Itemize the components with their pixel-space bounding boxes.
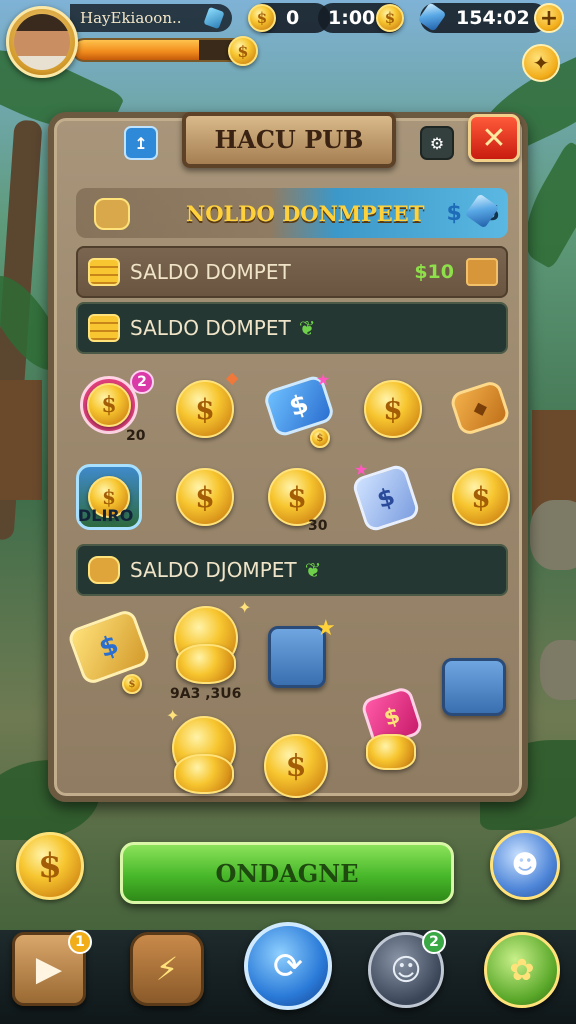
wallet-panel: ↥ HACU PUB ⚙ ✕ NOLDO DONMPEET $ 15 SALDO… [48, 112, 528, 802]
nav-shop[interactable]: ✿ [484, 932, 560, 1008]
leaf-icon: ❦ [298, 316, 316, 340]
close-icon: ✕ [481, 120, 507, 156]
settings-button[interactable]: ⚙ [420, 126, 454, 160]
item-label: 20 [126, 428, 146, 444]
sparkle-icon: ★ [316, 370, 331, 389]
profile-icon: ☺ [390, 952, 422, 988]
coin-icon [174, 754, 234, 794]
cash-stack[interactable]: $ [66, 607, 152, 687]
nav-energy[interactable]: ⚡ [130, 932, 204, 1006]
wallet-row[interactable]: SALDO DOMPET $10 [76, 246, 508, 298]
avatar-portrait [14, 14, 70, 70]
info-button[interactable]: ↥ [124, 126, 158, 160]
chat-icon: ☻ [511, 850, 539, 880]
rock [540, 640, 576, 700]
coin-icon[interactable]: $ [452, 468, 510, 526]
item-label: 30 [308, 518, 328, 534]
coin-icon: $ [310, 428, 330, 448]
star-cake-icon [88, 556, 120, 584]
coin-stack-icon [88, 258, 120, 286]
add-gems-button[interactable]: + [534, 3, 564, 33]
sparkle-icon: ✦ [166, 706, 180, 725]
gem-icon [203, 6, 225, 30]
badge-count: 2 [130, 370, 154, 394]
plus-icon: + [539, 5, 559, 31]
player-name: HayEkiaoon.. [80, 9, 182, 27]
sparkle-icon: ★ [316, 616, 336, 641]
bottom-nav: ▶ 1 ⚡ ⟳ ☺ 2 ✿ [0, 922, 576, 1024]
coin-stack-icon [366, 734, 416, 770]
lightning-icon: ⚡ [155, 950, 179, 988]
favorites-star-button[interactable]: ✦ [522, 44, 560, 82]
wallet-row[interactable]: SALDO DOMPET ❦ [76, 302, 508, 354]
wallet-cake-icon [94, 198, 130, 230]
star-icon: ✦ [532, 51, 550, 75]
envelope-icon[interactable] [466, 258, 498, 286]
pink-coin-badge[interactable]: $ [80, 376, 138, 434]
coin-icon[interactable]: $ [176, 380, 234, 438]
coin-icon: $ [248, 4, 276, 32]
coin-balance-button[interactable]: $ [16, 832, 84, 900]
gold-card[interactable]: ◆ [448, 379, 512, 437]
coin-icon[interactable]: $ [264, 734, 328, 798]
blue-chest[interactable] [442, 658, 506, 716]
nav-badge: 2 [422, 930, 446, 954]
rewards-label: 9A3 ,3U6 [170, 686, 242, 702]
play-icon: ▶ [35, 949, 63, 989]
coin-icon [176, 644, 236, 684]
top-hud: $ HayEkiaoon.. 0 $ 1:00 $ 154:02 + ✦ [0, 0, 576, 82]
primary-action-button[interactable]: ONDAGNE [120, 842, 454, 904]
leaf-icon: ❦ [304, 558, 322, 582]
wallet-row-amount: $10 [414, 261, 454, 283]
xp-bar-fill [74, 40, 200, 60]
coins-value: 0 [286, 7, 300, 29]
gems-value: 154:02 [456, 7, 530, 29]
nav-home[interactable]: ⟳ [244, 922, 332, 1010]
coin-icon[interactable]: $ [176, 468, 234, 526]
sparkle-icon: ✦ [238, 598, 252, 617]
chat-button[interactable]: ☻ [490, 830, 560, 900]
coin-icon: $ [122, 674, 142, 694]
wallet-header-title: NOLDO DONMPEET [186, 200, 425, 226]
wallet-row-label: SALDO DOMPET [130, 260, 291, 284]
wallet-currency-symbol: $ [446, 200, 462, 226]
item-label: DLIRO [78, 506, 134, 525]
timer-value: 1:00 [328, 7, 376, 29]
wallet-header: NOLDO DONMPEET $ 15 [76, 188, 508, 238]
coin-icon: $ [87, 383, 131, 427]
timer-coin-icon: $ [376, 4, 404, 32]
nav-badge: 1 [68, 930, 92, 954]
gear-icon: ⚙ [429, 133, 445, 153]
wallet-row-label: SALDO DJOMPET [130, 558, 297, 582]
player-name-bar[interactable]: HayEkiaoon.. [70, 4, 232, 32]
hut [0, 380, 42, 500]
home-icon: ⟳ [272, 945, 304, 987]
sparkle-icon: ★ [354, 460, 369, 479]
xp-coin-icon: $ [228, 36, 258, 66]
avatar[interactable] [6, 6, 78, 78]
panel-title: HACU PUB [182, 112, 396, 168]
wallet-row-label: SALDO DOMPET [130, 316, 291, 340]
wallet-row[interactable]: SALDO DJOMPET ❦ [76, 544, 508, 596]
coin-stack-icon [88, 314, 120, 342]
rock [530, 500, 576, 570]
xp-bar [72, 38, 250, 62]
close-button[interactable]: ✕ [468, 114, 520, 162]
sparkle-icon: ◆ [226, 368, 239, 387]
coin-icon[interactable]: $ [364, 380, 422, 438]
info-icon: ↥ [134, 133, 148, 153]
shop-bag-icon: ✿ [509, 952, 535, 988]
